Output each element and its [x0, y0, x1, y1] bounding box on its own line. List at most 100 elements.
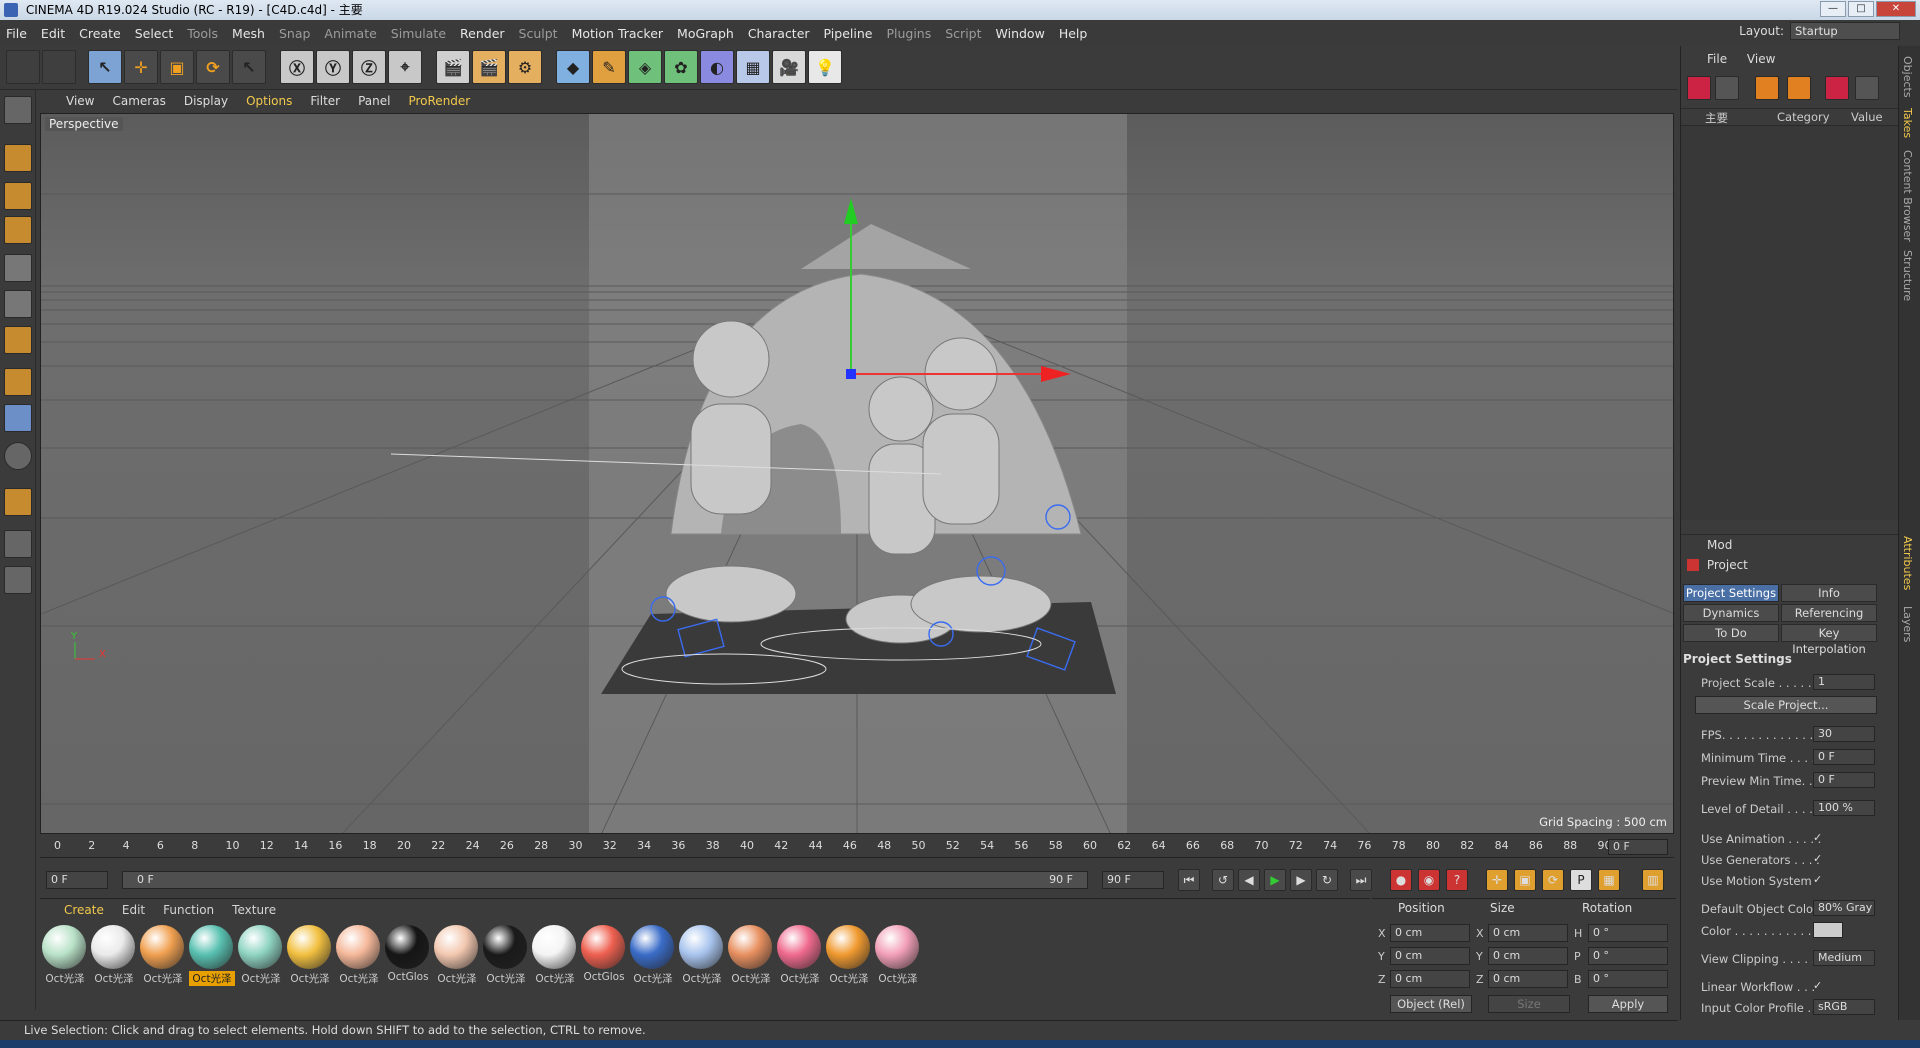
- material-swatch[interactable]: Oct光泽: [336, 925, 382, 987]
- record-active-icon[interactable]: ●: [1390, 869, 1412, 891]
- fps-field[interactable]: 30: [1813, 726, 1875, 742]
- viewport-menu-panel[interactable]: Panel: [358, 94, 390, 108]
- menu-tools[interactable]: Tools: [187, 26, 218, 41]
- goto-end-icon[interactable]: ⏭: [1350, 869, 1372, 891]
- menu-render[interactable]: Render: [460, 26, 505, 41]
- floor-icon[interactable]: ▦: [736, 50, 770, 84]
- make-editable-icon[interactable]: [4, 96, 32, 124]
- keyframe-selection-icon[interactable]: ?: [1446, 869, 1468, 891]
- material-swatch[interactable]: OctGlos: [581, 925, 627, 987]
- material-swatch[interactable]: Oct光泽: [189, 925, 235, 987]
- coord-pos-y-field[interactable]: 0 cm: [1390, 947, 1470, 965]
- pen-spline-icon[interactable]: ✎: [592, 50, 626, 84]
- key-parameter-icon[interactable]: P: [1570, 869, 1592, 891]
- coord-pos-x-field[interactable]: 0 cm: [1390, 924, 1470, 942]
- menu-create[interactable]: Create: [79, 26, 121, 41]
- menu-snap[interactable]: Snap: [279, 26, 310, 41]
- takes-list[interactable]: [1681, 126, 1899, 520]
- material-swatch[interactable]: Oct光泽: [483, 925, 529, 987]
- use-motion-system-checkbox[interactable]: ✓: [1813, 874, 1825, 886]
- viewport-menu-cameras[interactable]: Cameras: [112, 94, 165, 108]
- menu-window[interactable]: Window: [996, 26, 1045, 41]
- workplane-mode-icon[interactable]: [4, 216, 32, 244]
- coordinate-system-icon[interactable]: ⌖: [388, 50, 422, 84]
- material-swatch[interactable]: Oct光泽: [434, 925, 480, 987]
- menu-help[interactable]: Help: [1059, 26, 1088, 41]
- project-scale-field[interactable]: 1: [1813, 674, 1875, 690]
- close-button[interactable]: ✕: [1876, 1, 1916, 17]
- z-axis-lock-icon[interactable]: Ⓩ: [352, 50, 386, 84]
- material-swatch[interactable]: Oct光泽: [42, 925, 88, 987]
- render-picture-viewer-icon[interactable]: 🎬: [472, 50, 506, 84]
- side-tab-structure[interactable]: Structure: [1901, 250, 1914, 301]
- coord-size-y-field[interactable]: 0 cm: [1488, 947, 1568, 965]
- render-view-icon[interactable]: 🎬: [436, 50, 470, 84]
- scale-project-button[interactable]: Scale Project...: [1695, 696, 1877, 714]
- coord-rot-p-field[interactable]: 0 °: [1588, 947, 1668, 965]
- material-swatch[interactable]: Oct光泽: [140, 925, 186, 987]
- next-key-icon[interactable]: ↻: [1316, 869, 1338, 891]
- key-position-icon[interactable]: ✛: [1486, 869, 1508, 891]
- move-icon[interactable]: ✛: [124, 50, 158, 84]
- level-of-detail-field[interactable]: 100 %: [1813, 800, 1875, 816]
- material-swatch[interactable]: Oct光泽: [238, 925, 284, 987]
- view-clipping-dropdown[interactable]: Medium: [1813, 950, 1875, 966]
- render-settings-icon[interactable]: ⚙: [508, 50, 542, 84]
- tab-to-do[interactable]: To Do: [1683, 624, 1779, 642]
- attributes-menu[interactable]: Mod: [1681, 534, 1899, 554]
- object-menu-view[interactable]: View: [1747, 52, 1775, 66]
- coord-rot-b-field[interactable]: 0 °: [1588, 970, 1668, 988]
- menu-file[interactable]: File: [6, 26, 27, 41]
- coord-size-z-field[interactable]: 0 cm: [1488, 970, 1568, 988]
- override-group-icon[interactable]: [1787, 76, 1811, 100]
- menu-sculpt[interactable]: Sculpt: [519, 26, 558, 41]
- array-icon[interactable]: ✿: [664, 50, 698, 84]
- polygons-mode-icon[interactable]: [4, 326, 32, 354]
- menu-script[interactable]: Script: [945, 26, 981, 41]
- menu-plugins[interactable]: Plugins: [886, 26, 931, 41]
- points-mode-icon[interactable]: [4, 254, 32, 282]
- timeline-ruler[interactable]: 0 2 4 6 8 10 12 14 16 18 20 22 24 26 28 30 32 34 36 38 40 42 4…: [40, 836, 1674, 858]
- material-swatch[interactable]: Oct光泽: [91, 925, 137, 987]
- menu-simulate[interactable]: Simulate: [391, 26, 446, 41]
- color-swatch[interactable]: [1813, 922, 1843, 938]
- redo-icon[interactable]: [42, 50, 76, 84]
- menu-edit[interactable]: Edit: [41, 26, 65, 41]
- key-rotation-icon[interactable]: ⟳: [1542, 869, 1564, 891]
- scale-icon[interactable]: ▣: [160, 50, 194, 84]
- default-object-color-dropdown[interactable]: 80% Gray: [1813, 900, 1875, 916]
- material-swatch[interactable]: Oct光泽: [532, 925, 578, 987]
- coord-size-x-field[interactable]: 0 cm: [1488, 924, 1568, 942]
- tab-key-interpolation[interactable]: Key Interpolation: [1781, 624, 1877, 656]
- side-tab-layers[interactable]: Layers: [1901, 606, 1914, 642]
- takes-add-icon[interactable]: [1687, 76, 1711, 100]
- next-frame-icon[interactable]: ▶: [1290, 869, 1312, 891]
- coord-size-mode-dropdown[interactable]: Size: [1488, 995, 1570, 1013]
- undo-icon[interactable]: [6, 50, 40, 84]
- side-tab-content-browser[interactable]: Content Browser: [1901, 150, 1914, 242]
- live-selection-icon[interactable]: ↖: [88, 50, 122, 84]
- material-swatch[interactable]: Oct光泽: [630, 925, 676, 987]
- material-menu-create[interactable]: Create: [64, 903, 104, 917]
- maximize-button[interactable]: □: [1848, 1, 1874, 17]
- play-icon[interactable]: ▶: [1264, 869, 1286, 891]
- side-tab-attributes[interactable]: Attributes: [1901, 536, 1914, 590]
- input-color-profile-dropdown[interactable]: sRGB: [1813, 999, 1875, 1015]
- key-pla-icon[interactable]: ▦: [1598, 869, 1620, 891]
- model-mode-icon[interactable]: [4, 144, 32, 172]
- y-axis-lock-icon[interactable]: Ⓨ: [316, 50, 350, 84]
- solo-icon[interactable]: [4, 442, 32, 470]
- camera-icon[interactable]: 🎥: [772, 50, 806, 84]
- menu-pipeline[interactable]: Pipeline: [824, 26, 873, 41]
- use-animation-checkbox[interactable]: ✓: [1813, 832, 1825, 844]
- cube-icon[interactable]: ◆: [556, 50, 590, 84]
- material-swatch[interactable]: Oct光泽: [679, 925, 725, 987]
- tab-info[interactable]: Info: [1781, 584, 1877, 602]
- autokey-icon[interactable]: ◉: [1418, 869, 1440, 891]
- side-tab-objects[interactable]: Objects: [1901, 56, 1914, 98]
- lock-workplane-icon[interactable]: [4, 530, 32, 558]
- layout-dropdown[interactable]: Startup: [1790, 22, 1900, 40]
- preview-min-time-field[interactable]: 0 F: [1813, 772, 1875, 788]
- tab-dynamics[interactable]: Dynamics: [1683, 604, 1779, 622]
- coord-rot-h-field[interactable]: 0 °: [1588, 924, 1668, 942]
